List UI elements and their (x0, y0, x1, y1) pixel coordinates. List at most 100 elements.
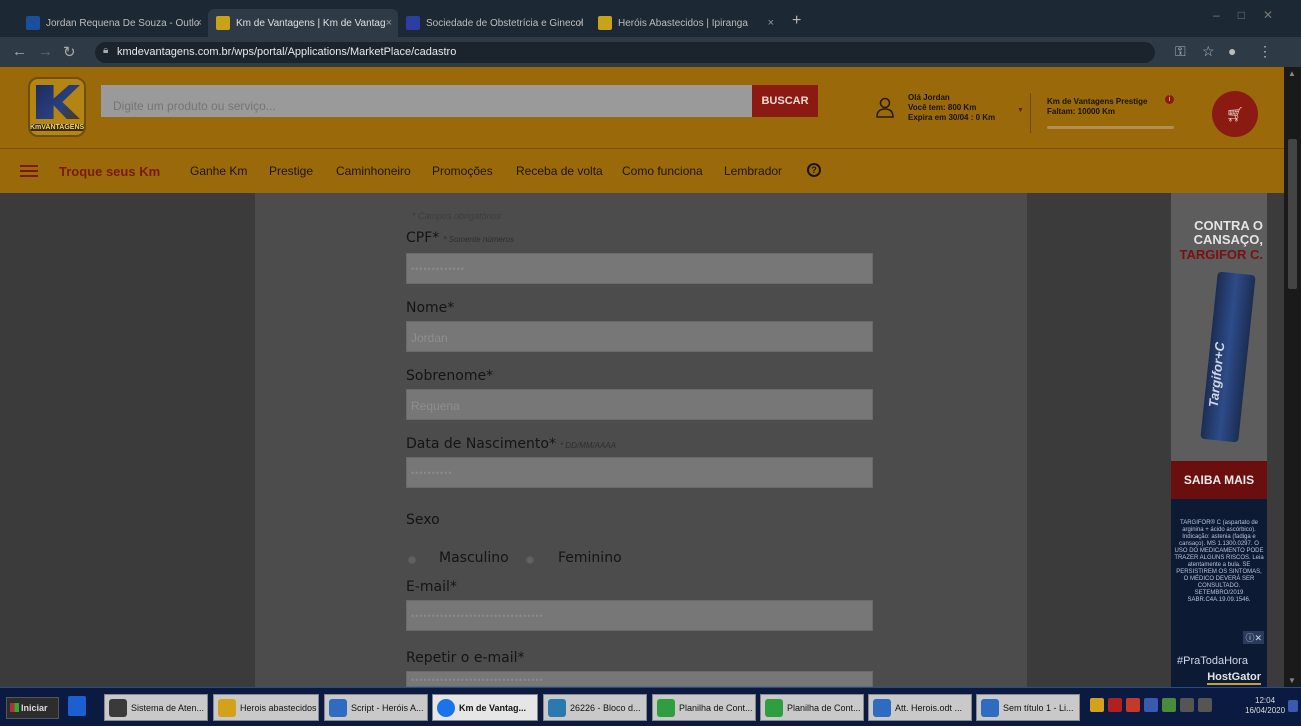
radio-feminino[interactable] (526, 556, 534, 564)
product-brand: Targifor+C (1205, 341, 1228, 409)
search-button[interactable]: BUSCAR (752, 85, 818, 117)
tray-security-icon[interactable] (1108, 698, 1122, 712)
window-controls[interactable]: –□✕ (1213, 8, 1291, 22)
taskbar-26226-bloco[interactable]: 26226 - Bloco d... (543, 694, 647, 721)
chevron-down-icon[interactable]: ▼ (1017, 107, 1024, 114)
folder-icon (218, 699, 236, 717)
reload-icon[interactable]: ↻ (63, 43, 76, 61)
tab-sociedade-obstetricia[interactable]: Sociedade de Obstetrícia e Ginecol × (398, 9, 590, 37)
tray-flag-icon[interactable] (1180, 698, 1194, 712)
tab-outlook[interactable]: Jordan Requena De Souza - Outlo × (18, 9, 208, 37)
ad-saiba-mais-button[interactable]: SAIBA MAIS (1171, 461, 1267, 499)
tab-close-icon[interactable]: × (768, 17, 774, 29)
nav-caminhoneiro[interactable]: Caminhoneiro (336, 164, 411, 178)
ad-sponsor-logo: HostGator (1207, 671, 1261, 685)
cart-button[interactable]: 🛒︎ (1212, 91, 1258, 137)
feminino-label[interactable]: Feminino (558, 550, 622, 566)
tray-acrobat-icon[interactable] (1126, 698, 1140, 712)
page-scrollbar[interactable]: ▲ ▼ (1284, 67, 1301, 687)
nav-como-funciona[interactable]: Como funciona (622, 164, 703, 178)
nascimento-label-text: Data de Nascimento* (406, 436, 556, 452)
tab-km-de-vantagens[interactable]: Km de Vantagens | Km de Vantag × (208, 9, 398, 37)
user-greeting: Olá Jordan (908, 93, 950, 102)
taskbar-sistema-atendimento[interactable]: Sistema de Aten... (104, 694, 208, 721)
prestige-title: Km de Vantagens Prestige (1047, 97, 1148, 106)
search-input[interactable] (101, 85, 753, 117)
nav-promocoes[interactable]: Promoções (432, 164, 493, 178)
quicklaunch-icon[interactable] (68, 696, 86, 716)
hamburger-menu-icon[interactable] (20, 165, 38, 177)
taskbar-herois-abastecidos[interactable]: Herois abastecidos (213, 694, 319, 721)
tab-label: Heróis Abastecidos | Ipiranga (618, 17, 748, 29)
km-vantagens-logo[interactable]: KmVANTAGENS (28, 77, 86, 137)
tray-app-icon[interactable] (1162, 698, 1176, 712)
main-navigation: Troque seus Km Ganhe Km Prestige Caminho… (0, 148, 1284, 193)
taskbar-label: Km de Vantag... (459, 703, 527, 713)
user-icon (876, 97, 894, 118)
new-tab-button[interactable]: + (792, 12, 801, 30)
bookmark-star-icon[interactable]: ☆ (1202, 43, 1215, 60)
targifor-advertisement[interactable]: CONTRA O CANSAÇO, TARGIFOR C. Targifor+C… (1171, 193, 1267, 687)
prestige-status[interactable]: Km de Vantagens Prestige i Faltam: 10000… (1047, 93, 1187, 133)
taskbar-planilha-1[interactable]: Planilha de Cont... (652, 694, 756, 721)
taskbar-planilha-2[interactable]: Planilha de Cont... (760, 694, 864, 721)
scrollbar-thumb[interactable] (1288, 139, 1297, 289)
lock-icon: 🔒︎ (103, 45, 109, 56)
taskbar-km-de-vantagens[interactable]: Km de Vantag... (432, 694, 538, 721)
nascimento-input[interactable]: •••••••••• (406, 457, 873, 488)
tab-close-icon[interactable]: × (386, 17, 392, 29)
tab-herois-abastecidos[interactable]: Heróis Abastecidos | Ipiranga × (590, 9, 780, 37)
tab-close-icon[interactable]: × (578, 17, 584, 29)
cart-icon: 🛒︎ (1226, 106, 1244, 122)
browser-tab-bar: Jordan Requena De Souza - Outlo × Km de … (0, 0, 1301, 37)
taskbar-att-herois[interactable]: Att. Herois.odt ... (868, 694, 972, 721)
notepad-icon (548, 699, 566, 717)
email-confirm-input[interactable]: •••••••••••••••••••••••••••••••• (406, 671, 873, 687)
taskbar-script-herois[interactable]: Script - Heróis A... (324, 694, 428, 721)
nav-prestige[interactable]: Prestige (269, 164, 313, 178)
start-button[interactable]: Iniciar (6, 697, 59, 719)
nome-input[interactable]: Jordan (406, 321, 873, 352)
system-clock[interactable]: 12:04 16/04/2020 (1245, 696, 1285, 716)
outlook-favicon-icon (26, 16, 40, 30)
logo-k-mark-icon (36, 85, 80, 119)
user-expiry: Expira em 30/04 : 0 Km (908, 113, 996, 122)
scroll-down-arrow-icon[interactable]: ▼ (1288, 676, 1296, 685)
help-icon[interactable]: ? (807, 163, 821, 177)
user-account-menu[interactable]: Olá Jordan Você tem: 800 Km Expira em 30… (876, 93, 1036, 137)
tray-shield-icon[interactable] (1090, 698, 1104, 712)
nav-receba-de-volta[interactable]: Receba de volta (516, 164, 603, 178)
prestige-remaining: Faltam: 10000 Km (1047, 107, 1116, 116)
user-balance: Você tem: 800 Km (908, 103, 977, 112)
ad-choices-close-icon[interactable]: ⓘ✕ (1243, 631, 1264, 644)
tray-network-icon[interactable] (1144, 698, 1158, 712)
nav-troque-seus-km[interactable]: Troque seus Km (59, 164, 160, 179)
email-input[interactable]: •••••••••••••••••••••••••••••••• (406, 600, 873, 631)
sobrenome-input[interactable]: Requena (406, 389, 873, 420)
ipiranga-favicon-icon (598, 16, 612, 30)
nav-ganhe-km[interactable]: Ganhe Km (190, 164, 247, 178)
nav-lembrador[interactable]: Lembrador (724, 164, 782, 178)
forward-arrow-icon[interactable]: → (38, 43, 53, 60)
url-field[interactable]: 🔒︎ kmdevantagens.com.br/wps/portal/Appli… (95, 42, 1155, 63)
masculino-label[interactable]: Masculino (439, 550, 509, 566)
radio-masculino[interactable] (408, 556, 416, 564)
info-icon[interactable]: i (1165, 95, 1174, 104)
key-icon[interactable]: ⚿ (1175, 43, 1186, 60)
taskbar-label: Sistema de Aten... (131, 703, 205, 713)
nascimento-label: Data de Nascimento* * DD/MM/AAAA (406, 436, 616, 452)
profile-icon[interactable]: ● (1228, 43, 1236, 59)
show-desktop-icon[interactable] (1288, 700, 1298, 712)
tab-close-icon[interactable]: × (196, 17, 202, 29)
product-tube-image: Targifor+C (1200, 271, 1256, 443)
cpf-label: CPF* * Somente números (406, 230, 514, 246)
start-label: Iniciar (21, 703, 48, 713)
cpf-input[interactable]: ••••••••••••• (406, 253, 873, 284)
writer-doc-icon (981, 699, 999, 717)
taskbar-sem-titulo[interactable]: Sem título 1 - Li... (976, 694, 1080, 721)
ad-headline-line-3: TARGIFOR C. (1179, 247, 1263, 262)
tray-volume-icon[interactable] (1198, 698, 1212, 712)
back-arrow-icon[interactable]: ← (12, 43, 27, 60)
scroll-up-arrow-icon[interactable]: ▲ (1288, 69, 1296, 78)
browser-menu-icon[interactable]: ⋮ (1258, 43, 1272, 60)
